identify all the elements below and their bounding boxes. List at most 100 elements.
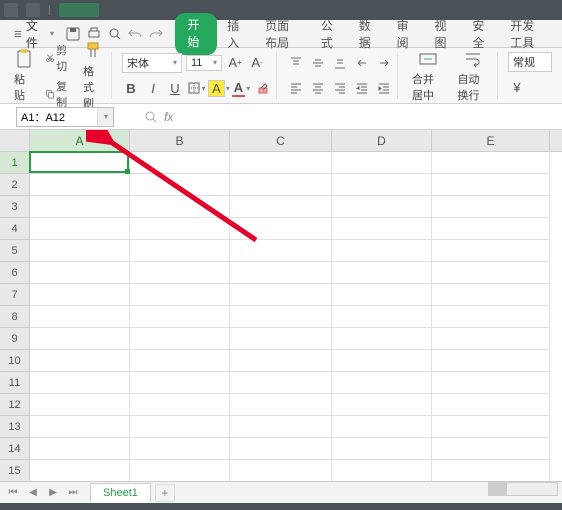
merge-center-button[interactable]: 合并居中 bbox=[408, 47, 448, 105]
redo-icon[interactable] bbox=[147, 23, 166, 45]
cell[interactable] bbox=[130, 306, 230, 328]
cut-button[interactable]: 剪切 bbox=[44, 41, 73, 75]
cell[interactable] bbox=[130, 372, 230, 394]
titlebar-tab[interactable] bbox=[59, 3, 99, 17]
preview-icon[interactable] bbox=[105, 23, 124, 45]
cell[interactable] bbox=[230, 152, 332, 174]
paste-button[interactable]: 粘贴 bbox=[10, 47, 38, 105]
row-header[interactable]: 14 bbox=[0, 438, 29, 460]
orient-right-icon[interactable] bbox=[375, 54, 393, 72]
cell[interactable] bbox=[230, 240, 332, 262]
tab-devtools[interactable]: 开发工具 bbox=[500, 13, 556, 55]
cell[interactable] bbox=[130, 328, 230, 350]
cell[interactable] bbox=[432, 416, 550, 438]
cell[interactable] bbox=[130, 196, 230, 218]
copy-button[interactable]: 复制 bbox=[44, 77, 73, 111]
increase-font-icon[interactable]: A+ bbox=[226, 54, 244, 72]
cell[interactable] bbox=[332, 372, 432, 394]
column-header[interactable]: A bbox=[30, 130, 130, 151]
cell[interactable] bbox=[130, 152, 230, 174]
tab-start[interactable]: 开始 bbox=[175, 13, 217, 55]
row-header[interactable]: 2 bbox=[0, 174, 29, 196]
cell[interactable] bbox=[230, 262, 332, 284]
cell[interactable] bbox=[332, 152, 432, 174]
cell[interactable] bbox=[230, 372, 332, 394]
tab-insert[interactable]: 插入 bbox=[217, 13, 255, 55]
cell[interactable] bbox=[332, 438, 432, 460]
cell[interactable] bbox=[30, 240, 130, 262]
align-left-icon[interactable] bbox=[287, 79, 305, 97]
cell[interactable] bbox=[332, 350, 432, 372]
column-header[interactable]: C bbox=[230, 130, 332, 151]
select-all-corner[interactable] bbox=[0, 130, 30, 152]
tab-formula[interactable]: 公式 bbox=[311, 13, 349, 55]
cell[interactable] bbox=[30, 394, 130, 416]
underline-button[interactable]: U bbox=[166, 79, 184, 97]
cell[interactable] bbox=[230, 196, 332, 218]
row-header[interactable]: 9 bbox=[0, 328, 29, 350]
cell[interactable] bbox=[230, 328, 332, 350]
row-header[interactable]: 5 bbox=[0, 240, 29, 262]
cell[interactable] bbox=[30, 350, 130, 372]
row-header[interactable]: 1 bbox=[0, 152, 29, 174]
tab-layout[interactable]: 页面布局 bbox=[255, 13, 311, 55]
cell[interactable] bbox=[30, 196, 130, 218]
cell[interactable] bbox=[332, 218, 432, 240]
cell[interactable] bbox=[30, 438, 130, 460]
cell[interactable] bbox=[130, 218, 230, 240]
orient-left-icon[interactable] bbox=[353, 54, 371, 72]
align-right-icon[interactable] bbox=[331, 79, 349, 97]
sheet-tab-active[interactable]: Sheet1 bbox=[90, 483, 151, 502]
name-box-input[interactable] bbox=[21, 111, 91, 123]
cell[interactable] bbox=[30, 218, 130, 240]
currency-icon[interactable]: ¥ bbox=[508, 79, 526, 97]
row-header[interactable]: 12 bbox=[0, 394, 29, 416]
cell[interactable] bbox=[130, 174, 230, 196]
row-header[interactable]: 11 bbox=[0, 372, 29, 394]
cell[interactable] bbox=[230, 416, 332, 438]
cell[interactable] bbox=[30, 416, 130, 438]
cell[interactable] bbox=[230, 306, 332, 328]
cell[interactable] bbox=[230, 438, 332, 460]
cell[interactable] bbox=[332, 460, 432, 482]
decrease-font-icon[interactable]: A- bbox=[248, 54, 266, 72]
cell[interactable] bbox=[432, 460, 550, 482]
row-header[interactable]: 10 bbox=[0, 350, 29, 372]
cell[interactable] bbox=[130, 394, 230, 416]
cell[interactable] bbox=[432, 174, 550, 196]
cell[interactable] bbox=[432, 152, 550, 174]
cell[interactable] bbox=[432, 240, 550, 262]
cell[interactable] bbox=[332, 394, 432, 416]
cell[interactable] bbox=[130, 240, 230, 262]
row-header[interactable]: 15 bbox=[0, 460, 29, 482]
formula-input-area[interactable]: fx bbox=[144, 110, 173, 124]
cell[interactable] bbox=[230, 284, 332, 306]
font-color-button[interactable]: A▾ bbox=[232, 79, 250, 97]
number-format-select[interactable]: 常规 bbox=[508, 52, 552, 72]
indent-increase-icon[interactable] bbox=[375, 79, 393, 97]
align-top-icon[interactable] bbox=[287, 54, 305, 72]
align-center-icon[interactable] bbox=[309, 79, 327, 97]
cell[interactable] bbox=[230, 218, 332, 240]
sheet-nav-first[interactable]: ⏮ bbox=[4, 485, 22, 501]
scrollbar-thumb[interactable] bbox=[489, 483, 507, 495]
cell[interactable] bbox=[432, 262, 550, 284]
name-box[interactable]: ▾ bbox=[16, 107, 114, 127]
row-header[interactable]: 3 bbox=[0, 196, 29, 218]
cell[interactable] bbox=[432, 438, 550, 460]
row-header[interactable]: 7 bbox=[0, 284, 29, 306]
cell[interactable] bbox=[130, 416, 230, 438]
cell[interactable] bbox=[332, 174, 432, 196]
cell[interactable] bbox=[30, 306, 130, 328]
format-painter-button[interactable]: 格式刷 bbox=[79, 39, 107, 113]
cell[interactable] bbox=[230, 394, 332, 416]
cell[interactable] bbox=[130, 438, 230, 460]
cell[interactable] bbox=[230, 174, 332, 196]
tab-data[interactable]: 数据 bbox=[349, 13, 387, 55]
clear-format-icon[interactable] bbox=[254, 79, 272, 97]
cell[interactable] bbox=[332, 328, 432, 350]
sheet-nav-last[interactable]: ⏭ bbox=[64, 485, 82, 501]
indent-decrease-icon[interactable] bbox=[353, 79, 371, 97]
cell[interactable] bbox=[130, 284, 230, 306]
column-header[interactable]: D bbox=[332, 130, 432, 151]
